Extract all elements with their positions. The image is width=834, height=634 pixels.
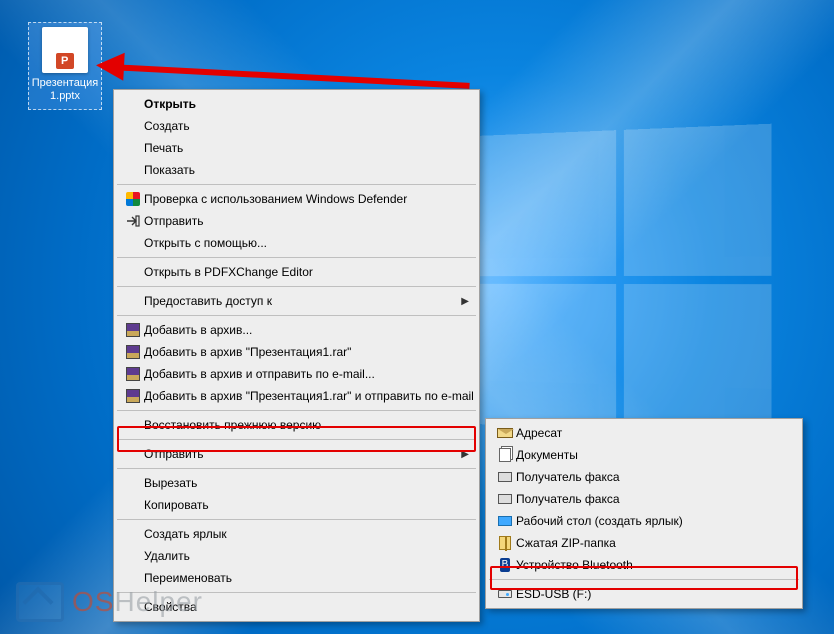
watermark-oshelper: OSHelper [16, 582, 203, 622]
menu-show[interactable]: Показать [116, 159, 477, 181]
chevron-right-icon: ▶ [461, 296, 469, 307]
menu-open-with[interactable]: Открыть с помощью... [116, 232, 477, 254]
menu-defender-scan[interactable]: Проверка с использованием Windows Defend… [116, 188, 477, 210]
bluetooth-icon: B [494, 556, 516, 574]
desktop-icon [494, 512, 516, 530]
annotation-arrow-head [95, 51, 124, 80]
menu-rar-add-named[interactable]: Добавить в архив "Презентация1.rar" [116, 341, 477, 363]
sendto-fax-1[interactable]: Получатель факса [488, 466, 800, 488]
share-icon [122, 212, 144, 230]
fax-icon [494, 490, 516, 508]
watermark-cursor-icon [16, 582, 64, 622]
sendto-zip[interactable]: Сжатая ZIP-папка [488, 532, 800, 554]
sendto-mail-recipient[interactable]: Адресат [488, 422, 800, 444]
chevron-right-icon: ▶ [461, 449, 469, 460]
menu-separator [117, 468, 476, 469]
sendto-desktop-shortcut[interactable]: Рабочий стол (создать ярлык) [488, 510, 800, 532]
menu-send-to[interactable]: Отправить▶ [116, 443, 477, 465]
menu-create-shortcut[interactable]: Создать ярлык [116, 523, 477, 545]
zip-icon [494, 534, 516, 552]
powerpoint-file-icon [42, 27, 88, 73]
desktop-file-presentation[interactable]: Презентация 1.pptx [28, 22, 102, 110]
menu-create[interactable]: Создать [116, 115, 477, 137]
fax-icon [494, 468, 516, 486]
sendto-bluetooth[interactable]: BУстройство Bluetooth [488, 554, 800, 576]
sendto-drive-esd-usb[interactable]: ESD-USB (F:) [488, 583, 800, 605]
menu-rar-add-email[interactable]: Добавить в архив и отправить по e-mail..… [116, 363, 477, 385]
desktop-file-label: Презентация 1.pptx [31, 77, 99, 103]
menu-separator [117, 439, 476, 440]
sendto-documents[interactable]: Документы [488, 444, 800, 466]
menu-separator [117, 286, 476, 287]
documents-icon [494, 446, 516, 464]
mail-icon [494, 424, 516, 442]
menu-separator [117, 519, 476, 520]
menu-rar-add-named-email[interactable]: Добавить в архив "Презентация1.rar" и от… [116, 385, 477, 407]
menu-pdfxchange[interactable]: Открыть в PDFXChange Editor [116, 261, 477, 283]
menu-restore-version[interactable]: Восстановить прежнюю версию [116, 414, 477, 436]
menu-separator [489, 579, 799, 580]
menu-print[interactable]: Печать [116, 137, 477, 159]
sendto-fax-2[interactable]: Получатель факса [488, 488, 800, 510]
send-to-submenu: Адресат Документы Получатель факса Получ… [485, 418, 803, 609]
menu-separator [117, 257, 476, 258]
menu-separator [117, 315, 476, 316]
menu-open[interactable]: Открыть [116, 93, 477, 115]
shield-icon [122, 190, 144, 208]
menu-separator [117, 410, 476, 411]
menu-separator [117, 184, 476, 185]
menu-grant-access[interactable]: Предоставить доступ к▶ [116, 290, 477, 312]
winrar-icon [122, 387, 144, 405]
windows-logo-art [480, 124, 772, 437]
menu-delete[interactable]: Удалить [116, 545, 477, 567]
winrar-icon [122, 321, 144, 339]
menu-copy[interactable]: Копировать [116, 494, 477, 516]
menu-share[interactable]: Отправить [116, 210, 477, 232]
menu-rar-add[interactable]: Добавить в архив... [116, 319, 477, 341]
drive-icon [494, 585, 516, 603]
winrar-icon [122, 365, 144, 383]
menu-cut[interactable]: Вырезать [116, 472, 477, 494]
context-menu: Открыть Создать Печать Показать Проверка… [113, 89, 480, 622]
winrar-icon [122, 343, 144, 361]
